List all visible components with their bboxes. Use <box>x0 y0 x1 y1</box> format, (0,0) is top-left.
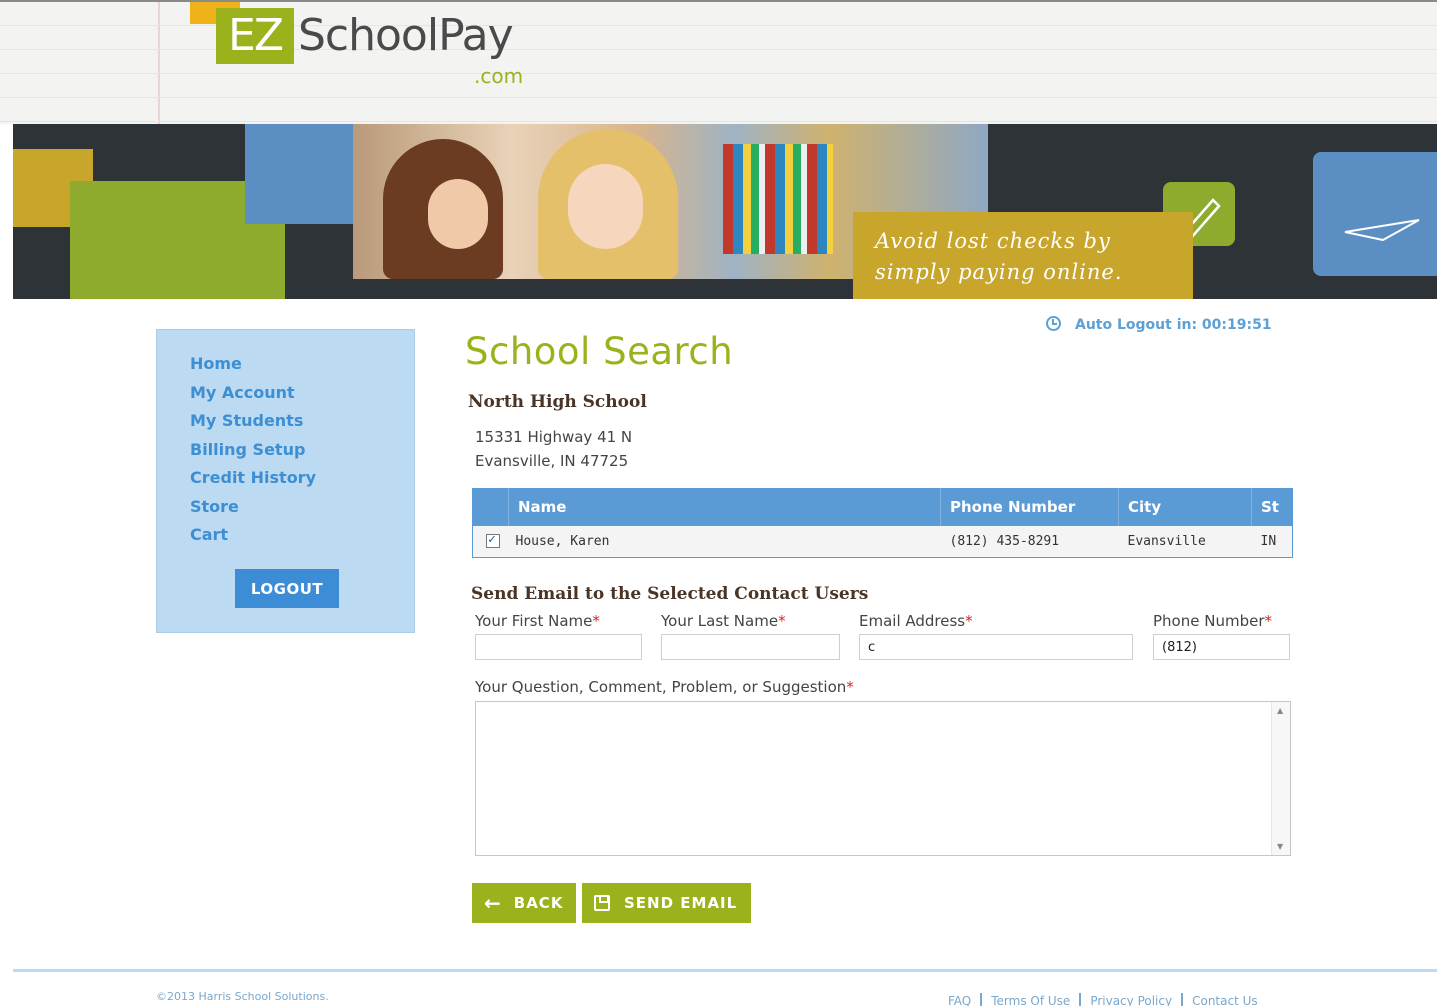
last-name-input[interactable] <box>661 634 840 660</box>
auto-logout-text: Auto Logout in: 00:19:51 <box>1075 317 1272 333</box>
contact-select-checkbox[interactable] <box>486 532 500 549</box>
ezschoolpay-logo[interactable]: EZ SchoolPay .com <box>190 2 550 102</box>
footer-separator <box>1079 993 1082 1006</box>
logo-domain: .com <box>474 64 524 88</box>
paper-plane-icon <box>1344 219 1420 242</box>
save-icon <box>594 895 610 911</box>
copyright: ©2013 Harris School Solutions. <box>156 990 329 1003</box>
contact-city: Evansville <box>1118 525 1252 558</box>
send-email-button[interactable]: SEND EMAIL <box>582 883 751 923</box>
email-section-title: Send Email to the Selected Contact Users <box>471 584 869 604</box>
required-mark: * <box>778 612 786 630</box>
contact-name: House, Karen <box>508 525 941 558</box>
footer-link-privacy[interactable]: Privacy Policy <box>1090 994 1172 1006</box>
scroll-up-icon[interactable]: ▲ <box>1277 706 1283 715</box>
tagline-line-1: Avoid lost checks by <box>875 229 1111 253</box>
school-address-line-1: 15331 Highway 41 N <box>475 428 633 446</box>
last-name-label: Your Last Name* <box>661 612 786 630</box>
banner-tagline-box: Avoid lost checks by simply paying onlin… <box>853 212 1193 299</box>
footer-links: FAQ Terms Of Use Privacy Policy Contact Us <box>948 993 1258 1006</box>
banner-tagline: Avoid lost checks by simply paying onlin… <box>875 226 1175 288</box>
contact-state: IN <box>1251 525 1293 558</box>
bookshelf <box>723 144 833 254</box>
required-mark: * <box>592 612 600 630</box>
table-header-row: Name Phone Number City St <box>472 488 1293 526</box>
footer-separator <box>980 993 983 1006</box>
school-name: North High School <box>468 392 647 412</box>
sidebar-item-my-account[interactable]: My Account <box>190 381 316 410</box>
email-input[interactable] <box>859 634 1133 660</box>
sidebar-nav: Home My Account My Students Billing Setu… <box>190 352 316 552</box>
contacts-table: Name Phone Number City St House, Karen (… <box>472 488 1293 558</box>
sidebar-item-billing-setup[interactable]: Billing Setup <box>190 438 316 467</box>
select-column-header <box>472 488 509 526</box>
required-mark: * <box>846 678 854 696</box>
sidebar: Home My Account My Students Billing Setu… <box>156 329 415 633</box>
contact-phone: (812) 435-8291 <box>940 525 1119 558</box>
phone-label-text: Phone Number <box>1153 612 1265 630</box>
email-label-text: Email Address <box>859 612 966 630</box>
row-select-cell <box>472 525 509 558</box>
table-row: House, Karen (812) 435-8291 Evansville I… <box>472 525 1293 558</box>
page-title: School Search <box>465 330 734 373</box>
required-mark: * <box>965 612 973 630</box>
question-textarea[interactable] <box>475 701 1291 856</box>
send-email-button-label: SEND EMAIL <box>624 894 738 912</box>
sidebar-item-home[interactable]: Home <box>190 352 316 381</box>
email-label: Email Address* <box>859 612 973 630</box>
column-header-name[interactable]: Name <box>508 488 941 526</box>
hero-banner: Avoid lost checks by simply paying onlin… <box>13 124 1437 299</box>
question-label: Your Question, Comment, Problem, or Sugg… <box>475 678 854 696</box>
first-name-label-text: Your First Name <box>475 612 593 630</box>
first-name-label: Your First Name* <box>475 612 600 630</box>
logo-wordmark: SchoolPay <box>298 10 514 61</box>
first-name-input[interactable] <box>475 634 642 660</box>
footer-divider <box>13 969 1437 972</box>
auto-logout-timer: Auto Logout in: 00:19:51 <box>1046 316 1272 333</box>
sidebar-item-my-students[interactable]: My Students <box>190 409 316 438</box>
footer-link-faq[interactable]: FAQ <box>948 994 971 1006</box>
clock-icon <box>1046 316 1061 331</box>
sidebar-item-cart[interactable]: Cart <box>190 523 316 552</box>
last-name-label-text: Your Last Name <box>661 612 779 630</box>
header: EZ SchoolPay .com <box>0 0 1437 124</box>
column-header-city[interactable]: City <box>1118 488 1252 526</box>
scroll-down-icon[interactable]: ▼ <box>1277 842 1283 851</box>
sidebar-item-store[interactable]: Store <box>190 495 316 524</box>
column-header-phone[interactable]: Phone Number <box>940 488 1119 526</box>
arrow-left-icon: ← <box>484 891 502 915</box>
logout-button[interactable]: LOGOUT <box>235 569 339 608</box>
sidebar-item-credit-history[interactable]: Credit History <box>190 466 316 495</box>
phone-label: Phone Number* <box>1153 612 1272 630</box>
logo-ez: EZ <box>216 8 294 64</box>
back-button[interactable]: ← BACK <box>472 883 576 923</box>
student-figure <box>383 139 503 279</box>
footer-separator <box>1181 993 1184 1006</box>
school-address-line-2: Evansville, IN 47725 <box>475 452 629 470</box>
footer-link-contact[interactable]: Contact Us <box>1192 994 1258 1006</box>
question-label-text: Your Question, Comment, Problem, or Sugg… <box>475 678 847 696</box>
back-button-label: BACK <box>513 894 564 912</box>
required-mark: * <box>1264 612 1273 630</box>
footer-link-terms[interactable]: Terms Of Use <box>991 994 1070 1006</box>
phone-input[interactable] <box>1153 634 1290 660</box>
tagline-line-2: simply paying online. <box>875 260 1123 284</box>
column-header-state[interactable]: St <box>1251 488 1293 526</box>
textarea-scrollbar[interactable]: ▲ ▼ <box>1271 702 1290 855</box>
student-figure <box>538 129 678 279</box>
